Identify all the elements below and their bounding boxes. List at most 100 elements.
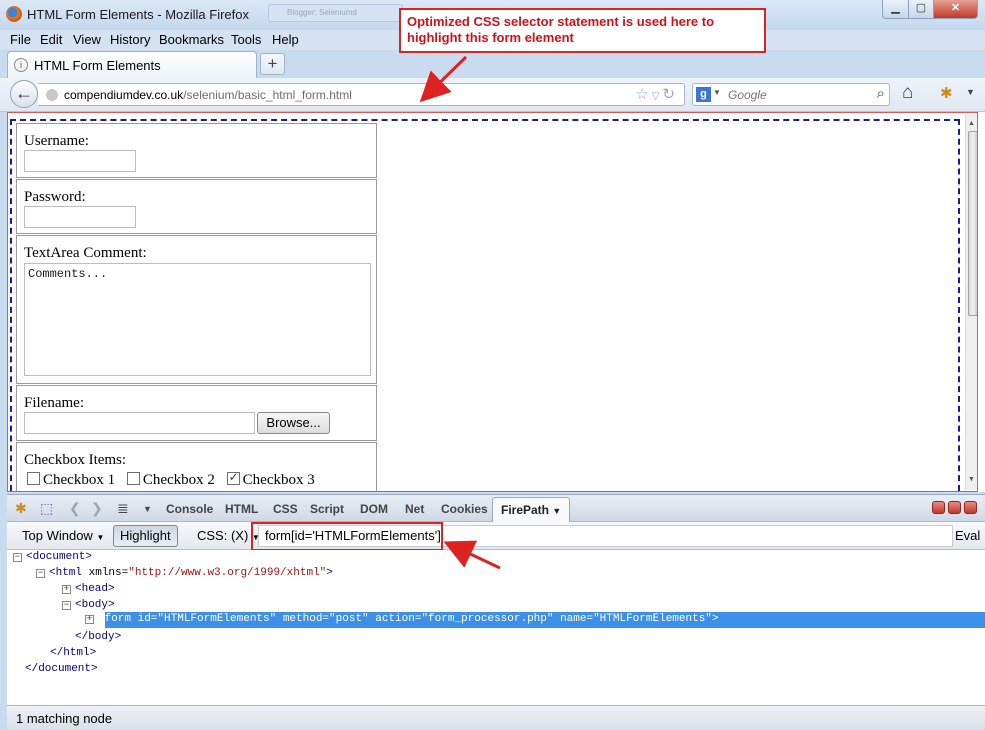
url-text[interactable]: compendiumdev.co.uk/selenium/basic_html_… [64, 88, 352, 102]
menu-file[interactable]: File [10, 32, 31, 47]
browse-button[interactable]: Browse... [257, 412, 330, 434]
collapse-icon[interactable]: − [36, 569, 45, 578]
tab-cookies[interactable]: Cookies [441, 502, 488, 516]
collapse-icon[interactable]: − [62, 601, 71, 610]
search-bar[interactable]: g ▼ Google ⌕ [692, 83, 890, 106]
checkbox-3[interactable] [226, 470, 240, 485]
url-dropdown-icon[interactable]: ▽ [652, 91, 663, 102]
history-back-icon[interactable]: ❮ [69, 500, 81, 517]
tab-firepath[interactable]: FirePath ▼ [492, 497, 571, 523]
css-selector-input[interactable]: form[id='HTMLFormElements'] [258, 525, 953, 547]
tab-console[interactable]: Console [166, 502, 213, 516]
scroll-up-icon[interactable]: ▲ [968, 120, 975, 127]
inspect-element-icon[interactable]: ⬚ [40, 500, 53, 517]
tab-dom[interactable]: DOM [360, 502, 388, 516]
tree-document[interactable]: − <document> [13, 550, 92, 565]
checkbox-1-label: Checkbox 1 [43, 472, 116, 488]
textarea-label: TextArea Comment: [24, 245, 147, 261]
panel-list-icon[interactable]: ≣ [117, 500, 129, 517]
tree-html[interactable]: − <html xmlns="http://www.w3.org/1999/xht… [36, 566, 333, 581]
bookmark-star-icon[interactable]: ☆ [635, 86, 651, 103]
menu-view[interactable]: View [73, 32, 101, 47]
textarea-fieldset: TextArea Comment: Comments... [16, 235, 377, 384]
checkbox-row: Checkbox 1 Checkbox 2 Checkbox 3 [27, 470, 323, 489]
menu-tools[interactable]: Tools [231, 32, 261, 47]
tab-strip: i HTML Form Elements + [0, 50, 985, 78]
username-input[interactable] [24, 150, 136, 172]
window-title: HTML Form Elements - Mozilla Firefox [27, 7, 249, 22]
expand-icon[interactable]: + [62, 585, 71, 594]
tree-head[interactable]: + <head> [62, 582, 115, 597]
maximize-button[interactable]: ▢ [908, 0, 934, 19]
tab-html-form-elements[interactable]: i HTML Form Elements [7, 51, 257, 78]
password-input[interactable] [24, 206, 136, 228]
background-window-tab[interactable]: Blogger: Seleniumd [268, 4, 403, 22]
tree-html-close: </html> [50, 647, 97, 659]
tree-document-close: </document> [25, 663, 98, 675]
annotation-callout: Optimized CSS selector statement is used… [399, 8, 766, 53]
firebug-close-icon[interactable] [964, 501, 977, 514]
username-fieldset: Username: [16, 123, 377, 178]
top-window-dropdown[interactable]: Top Window ▼ [15, 525, 111, 547]
close-window-button[interactable]: ✕ [933, 0, 978, 19]
google-engine-icon[interactable]: g [696, 87, 711, 102]
filename-input[interactable] [24, 412, 255, 434]
engine-dropdown-icon[interactable]: ▼ [713, 88, 721, 97]
back-button[interactable]: ← [10, 80, 38, 108]
collapse-icon[interactable]: − [13, 553, 22, 562]
scroll-down-icon[interactable]: ▼ [968, 476, 975, 483]
search-input[interactable]: Google [728, 88, 767, 102]
checkbox-2-label: Checkbox 2 [142, 472, 215, 488]
menu-history[interactable]: History [110, 32, 150, 47]
firebug-detach-icon[interactable] [948, 501, 961, 514]
top-window-dropdown-icon: ▼ [96, 533, 105, 542]
tab-css[interactable]: CSS [273, 502, 298, 516]
panel-dropdown-icon[interactable]: ▼ [143, 504, 152, 514]
new-tab-button[interactable]: + [260, 53, 285, 75]
highlight-button[interactable]: Highlight [113, 525, 178, 547]
tab-net[interactable]: Net [405, 502, 424, 516]
checkbox-3-label: Checkbox 3 [242, 472, 315, 488]
site-identity-icon[interactable] [46, 89, 58, 101]
expand-icon[interactable]: + [85, 615, 94, 624]
filename-fieldset: Filename: Browse... [16, 385, 377, 441]
tree-form[interactable]: + <form id="HTMLFormElements" method="pos… [85, 612, 719, 627]
checkbox-2[interactable] [126, 472, 140, 485]
match-count: 1 matching node [16, 711, 113, 726]
firepath-toolbar: Top Window ▼ Highlight CSS: (X) ▼ form[i… [7, 522, 985, 550]
firebug-minimize-icon[interactable] [932, 501, 945, 514]
url-tools: ☆▽↻ [635, 85, 678, 103]
menu-edit[interactable]: Edit [40, 32, 62, 47]
tree-body[interactable]: − <body> [62, 598, 115, 613]
reload-icon[interactable]: ↻ [662, 86, 678, 103]
dom-tree: − <document> − <html xmlns="http://www.w3.… [7, 550, 985, 705]
search-icon[interactable]: ⌕ [877, 85, 885, 102]
comments-textarea[interactable]: Comments... [24, 263, 371, 376]
checkbox-items-label: Checkbox Items: [24, 452, 127, 468]
navigation-bar: ← compendiumdev.co.uk/selenium/basic_htm… [0, 78, 985, 112]
css-mode-dropdown[interactable]: CSS: (X) ▼ [190, 525, 267, 547]
checkbox-1[interactable] [27, 472, 40, 485]
tab-script[interactable]: Script [310, 502, 344, 516]
firepath-dropdown-icon: ▼ [552, 506, 562, 516]
address-bar[interactable]: compendiumdev.co.uk/selenium/basic_html_… [38, 83, 685, 106]
menu-help[interactable]: Help [272, 32, 299, 47]
firebug-icon[interactable]: ✱ [940, 84, 953, 102]
password-label: Password: [24, 189, 86, 205]
tab-label: HTML Form Elements [34, 58, 161, 73]
checkbox-fieldset: Checkbox Items: Checkbox 1 Checkbox 2 Ch… [16, 442, 377, 492]
password-fieldset: Password: [16, 179, 377, 234]
scrollbar-thumb[interactable] [968, 131, 978, 316]
eval-button[interactable]: Eval [948, 525, 985, 547]
tree-body-close: </body> [75, 631, 122, 643]
selected-tree-row[interactable]: + <form id="HTMLFormElements" method="pos… [85, 612, 985, 628]
status-bar: 1 matching node [7, 705, 985, 730]
tab-html[interactable]: HTML [225, 502, 258, 516]
history-forward-icon[interactable]: ❯ [91, 500, 103, 517]
username-label: Username: [24, 133, 89, 149]
menu-bookmarks[interactable]: Bookmarks [159, 32, 224, 47]
minimize-button[interactable]: ▁ [882, 0, 909, 19]
toolbar-menu-icon[interactable]: ▼ [966, 87, 975, 97]
home-icon[interactable]: ⌂ [902, 82, 913, 104]
firebug-menu-icon[interactable]: ✱ [15, 500, 27, 517]
